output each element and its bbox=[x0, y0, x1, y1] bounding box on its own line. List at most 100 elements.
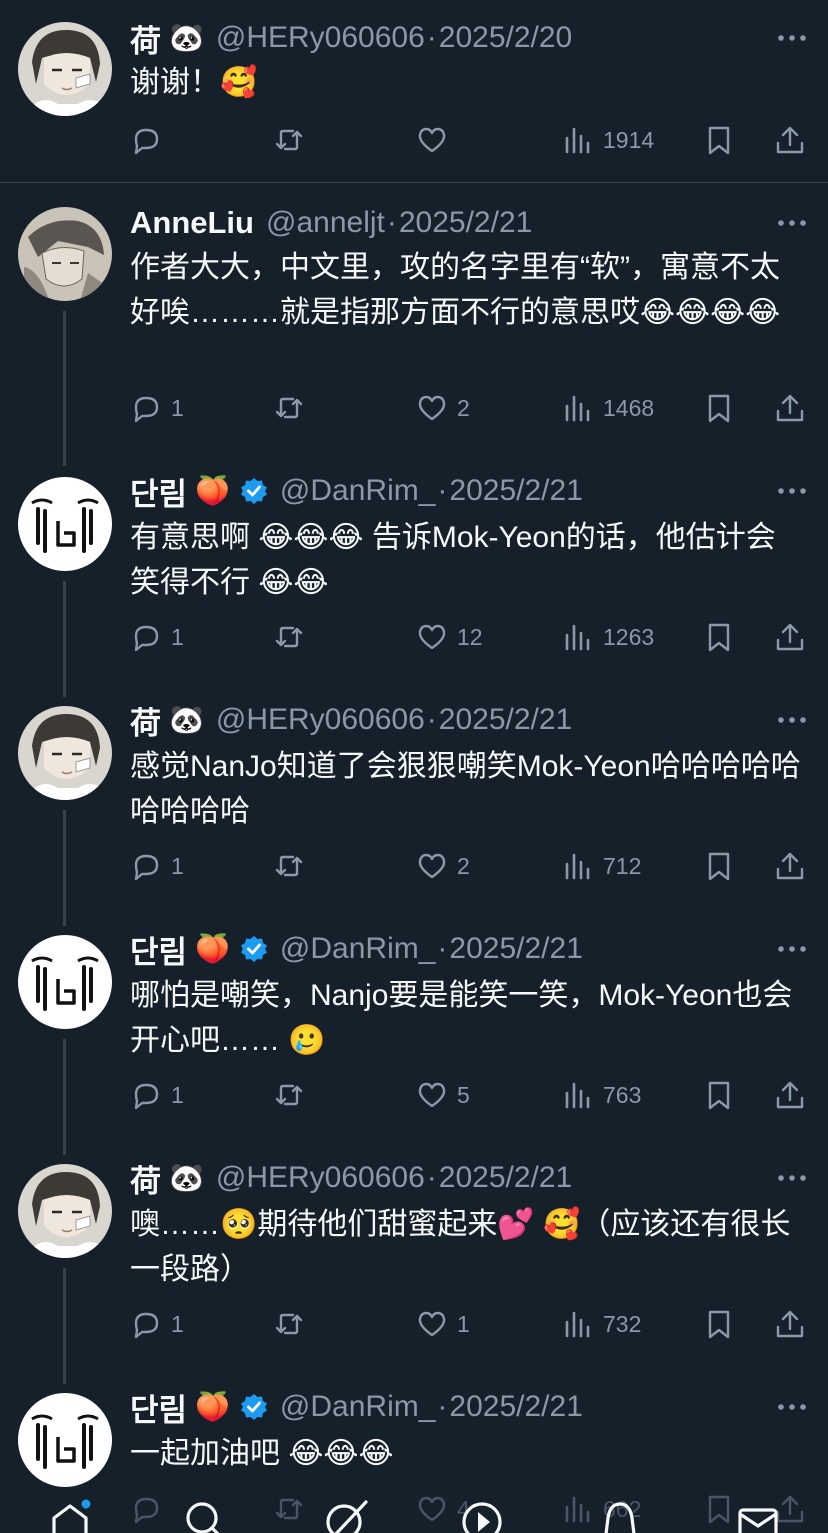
timestamp[interactable]: 2025/2/20 bbox=[439, 21, 572, 55]
notifications-icon[interactable] bbox=[598, 1498, 642, 1533]
more-options-icon[interactable] bbox=[776, 1170, 808, 1186]
bookmark-icon bbox=[708, 126, 730, 155]
share-button[interactable] bbox=[774, 388, 806, 428]
reply-button[interactable]: 1 bbox=[130, 388, 184, 428]
avatar[interactable] bbox=[18, 706, 112, 800]
like-button[interactable]: 5 bbox=[416, 1075, 470, 1115]
like-count: 5 bbox=[457, 1081, 470, 1108]
man-avatar-icon bbox=[18, 706, 112, 800]
heart-icon bbox=[418, 1311, 446, 1337]
share-button[interactable] bbox=[774, 846, 806, 886]
analytics-icon bbox=[565, 1082, 590, 1109]
display-name[interactable]: 단림 bbox=[130, 1385, 187, 1430]
like-button[interactable]: 2 bbox=[416, 846, 470, 886]
retweet-button[interactable] bbox=[273, 120, 314, 160]
reply-icon bbox=[134, 128, 159, 155]
more-options-icon[interactable] bbox=[776, 215, 808, 231]
views-button[interactable]: 712 bbox=[562, 846, 641, 886]
bookmark-icon bbox=[708, 1310, 730, 1339]
retweet-icon bbox=[275, 626, 303, 648]
bookmark-button[interactable] bbox=[703, 388, 735, 428]
views-button[interactable]: 763 bbox=[562, 1075, 641, 1115]
views-button[interactable]: 1263 bbox=[562, 617, 654, 657]
bookmark-button[interactable] bbox=[703, 846, 735, 886]
reply-button[interactable]: 1 bbox=[130, 846, 184, 886]
home-icon[interactable] bbox=[48, 1498, 92, 1533]
bookmark-button[interactable] bbox=[703, 120, 735, 160]
retweet-button[interactable] bbox=[273, 388, 314, 428]
more-options-icon[interactable] bbox=[776, 483, 808, 499]
share-button[interactable] bbox=[774, 617, 806, 657]
analytics-icon bbox=[565, 853, 590, 880]
views-button[interactable]: 732 bbox=[562, 1304, 641, 1344]
timestamp[interactable]: 2025/2/21 bbox=[449, 474, 582, 508]
avatar[interactable] bbox=[18, 477, 112, 571]
retweet-button[interactable] bbox=[273, 617, 314, 657]
retweet-button[interactable] bbox=[273, 846, 314, 886]
name-emoji: 🍑 bbox=[195, 933, 230, 964]
more-options-icon[interactable] bbox=[776, 712, 808, 728]
display-name[interactable]: 荷 bbox=[130, 1156, 161, 1201]
name-emoji: 🍑 bbox=[195, 1391, 230, 1422]
handle[interactable]: @HERy060606 bbox=[216, 1161, 425, 1195]
timestamp[interactable]: 2025/2/21 bbox=[399, 206, 532, 240]
timestamp[interactable]: 2025/2/21 bbox=[439, 703, 572, 737]
tweet-text: 谢谢！🥰 bbox=[130, 66, 258, 99]
retweet-button[interactable] bbox=[273, 1304, 314, 1344]
display-name[interactable]: 단림 bbox=[130, 927, 187, 972]
timestamp[interactable]: 2025/2/21 bbox=[449, 1390, 582, 1424]
analytics-icon bbox=[565, 395, 590, 422]
reply-button[interactable]: 1 bbox=[130, 1304, 184, 1344]
tweet-header: AnneLiu @anneljt · 2025/2/21 bbox=[130, 203, 808, 243]
messages-icon[interactable] bbox=[736, 1498, 780, 1533]
like-button[interactable]: 12 bbox=[416, 617, 483, 657]
views-button[interactable]: 1914 bbox=[562, 120, 654, 160]
view-count: 1468 bbox=[603, 394, 655, 421]
avatar[interactable] bbox=[18, 1393, 112, 1487]
verified-badge-icon bbox=[240, 1394, 267, 1420]
like-button[interactable]: 2 bbox=[416, 388, 470, 428]
avatar[interactable] bbox=[18, 935, 112, 1029]
display-name[interactable]: 荷 bbox=[130, 698, 161, 743]
bookmark-button[interactable] bbox=[703, 617, 735, 657]
handle[interactable]: @DanRim_ bbox=[280, 474, 436, 508]
verified-badge-icon bbox=[240, 478, 267, 504]
verified-badge-icon bbox=[240, 936, 267, 962]
tweet-text: 作者大大，中文里，攻的名字里有“软”，寓意不太好唉………就是指那方面不行的意思哎… bbox=[130, 251, 781, 329]
more-options-icon[interactable] bbox=[776, 941, 808, 957]
display-name[interactable]: 단림 bbox=[130, 469, 187, 514]
more-options-icon[interactable] bbox=[776, 30, 808, 46]
handle[interactable]: @HERy060606 bbox=[216, 703, 425, 737]
grok-icon[interactable] bbox=[324, 1498, 368, 1533]
name-emoji: 🍑 bbox=[195, 475, 230, 506]
avatar[interactable] bbox=[18, 22, 112, 116]
timestamp[interactable]: 2025/2/21 bbox=[439, 1161, 572, 1195]
avatar[interactable] bbox=[18, 207, 112, 301]
share-button[interactable] bbox=[774, 1075, 806, 1115]
reply-button[interactable]: 1 bbox=[130, 1075, 184, 1115]
like-button[interactable]: 1 bbox=[416, 1304, 470, 1344]
display-name[interactable]: 荷 bbox=[130, 16, 161, 61]
like-button[interactable] bbox=[416, 120, 457, 160]
share-button[interactable] bbox=[774, 120, 806, 160]
tweet-header: 荷 🐼 @HERy060606 · 2025/2/20 bbox=[130, 16, 808, 61]
handle[interactable]: @anneljt bbox=[266, 206, 385, 240]
bookmark-button[interactable] bbox=[703, 1304, 735, 1344]
reply-button[interactable]: 1 bbox=[130, 617, 184, 657]
handle[interactable]: @DanRim_ bbox=[280, 1390, 436, 1424]
more-options-icon[interactable] bbox=[776, 1399, 808, 1415]
handle[interactable]: @HERy060606 bbox=[216, 21, 425, 55]
handle[interactable]: @DanRim_ bbox=[280, 932, 436, 966]
spaces-icon[interactable] bbox=[460, 1498, 504, 1533]
bookmark-icon bbox=[708, 1081, 730, 1110]
display-name[interactable]: AnneLiu bbox=[130, 205, 254, 241]
reply-button[interactable] bbox=[130, 120, 171, 160]
search-icon[interactable] bbox=[182, 1498, 226, 1533]
retweet-button[interactable] bbox=[273, 1075, 314, 1115]
avatar[interactable] bbox=[18, 1164, 112, 1258]
views-button[interactable]: 1468 bbox=[562, 388, 654, 428]
timestamp[interactable]: 2025/2/21 bbox=[449, 932, 582, 966]
retweet-icon bbox=[275, 1084, 303, 1106]
share-button[interactable] bbox=[774, 1304, 806, 1344]
bookmark-button[interactable] bbox=[703, 1075, 735, 1115]
